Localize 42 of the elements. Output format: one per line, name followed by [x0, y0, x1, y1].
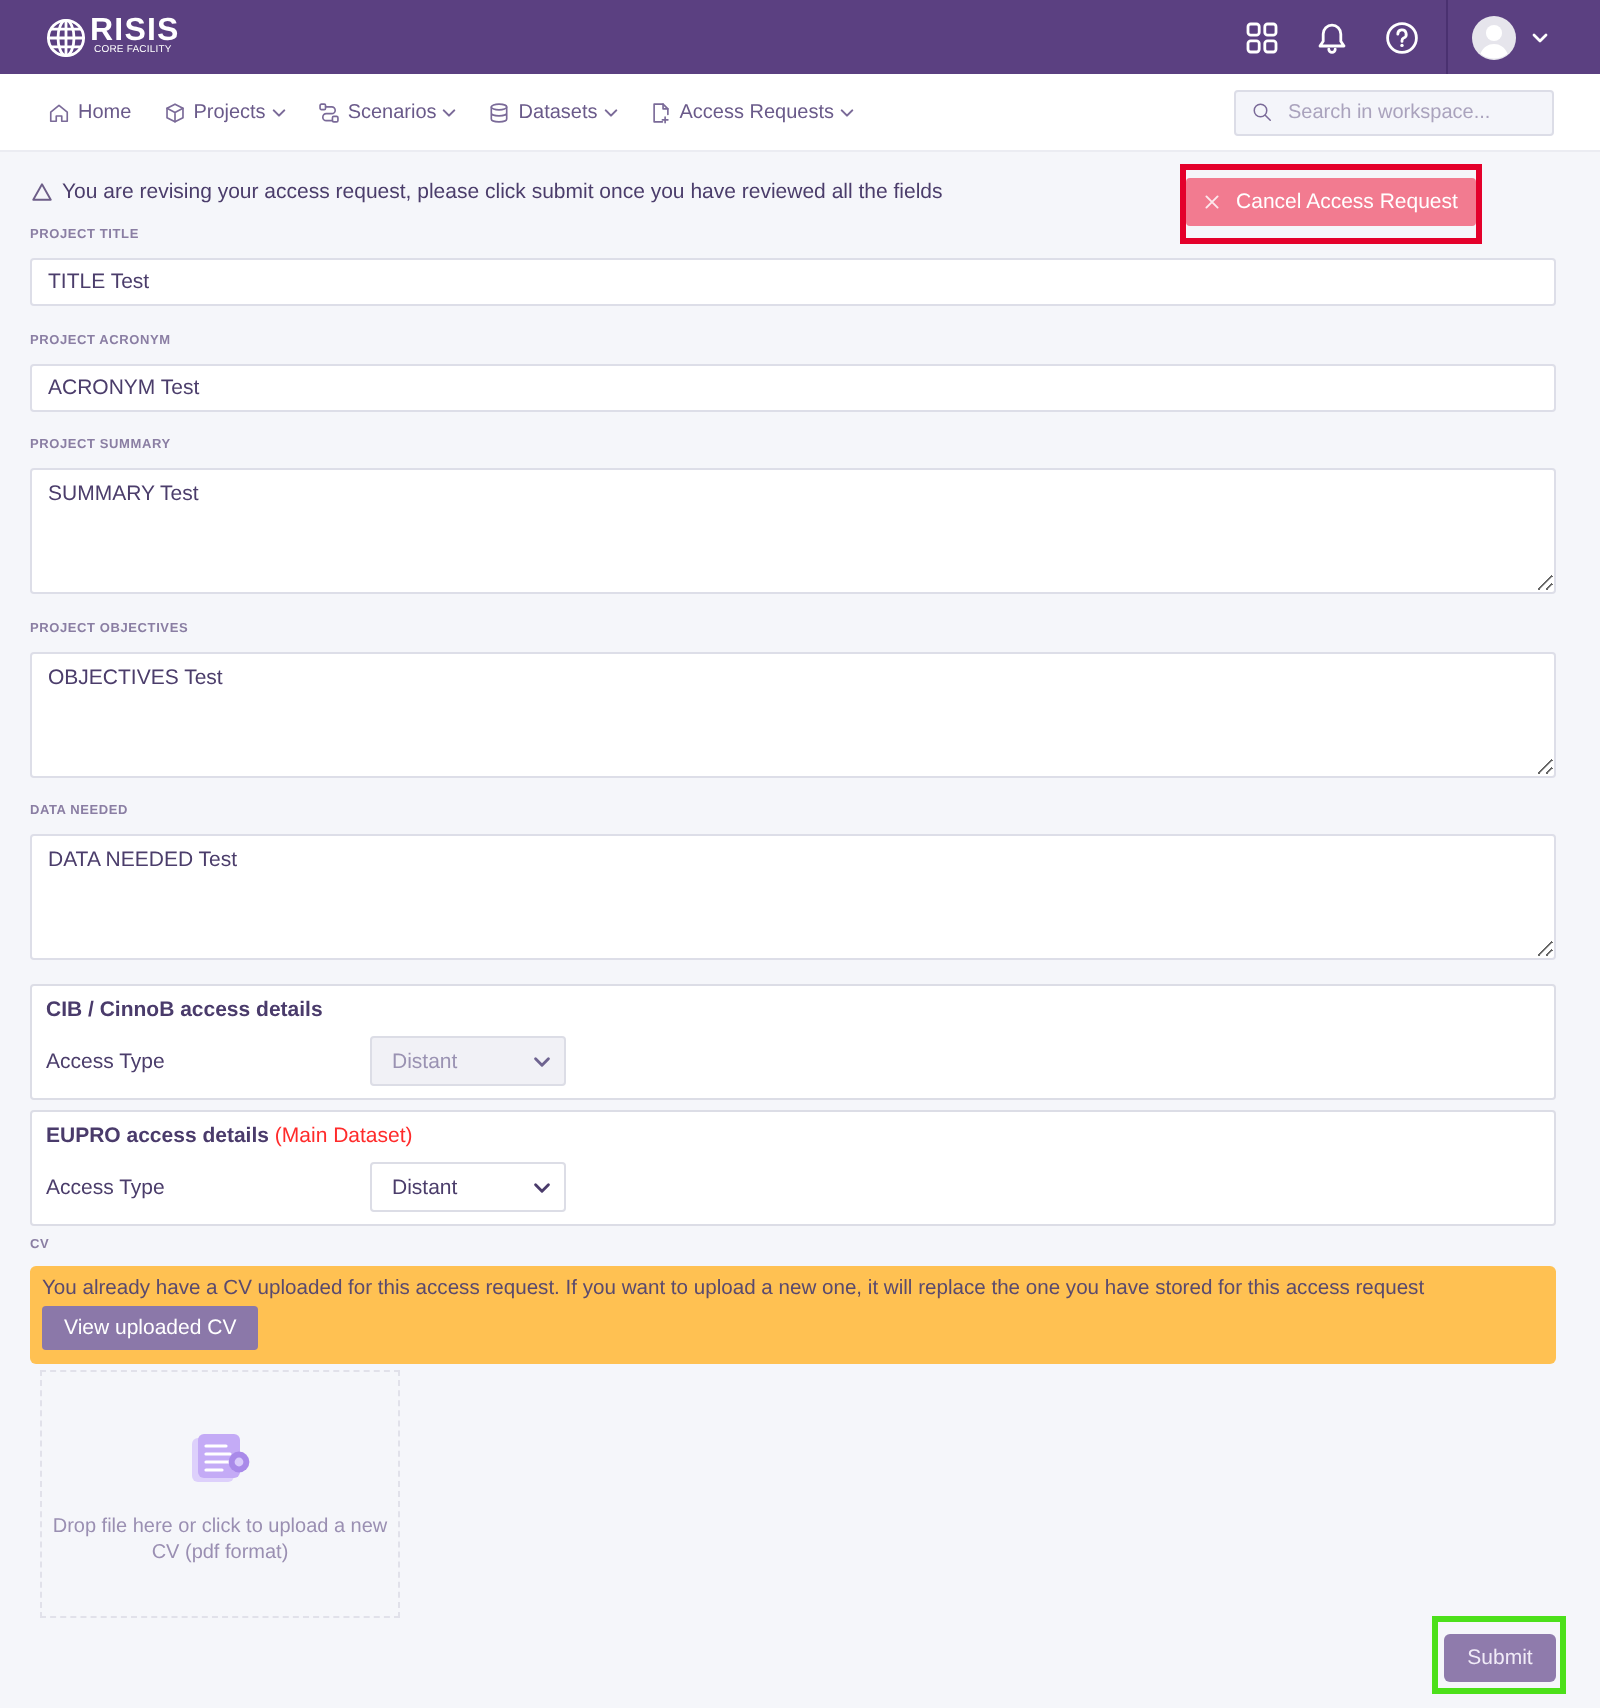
- dropzone-text: Drop file here or click to upload a new CV (pdf format): [50, 1516, 390, 1566]
- close-icon: [1204, 194, 1221, 210]
- text-area[interactable]: OBJECTIVES Test: [30, 651, 1556, 777]
- card-title: CIB / CinnoB access details: [46, 996, 325, 1024]
- cube-icon: [163, 101, 186, 123]
- search-field[interactable]: Search in workspace...: [1234, 89, 1554, 135]
- text-field[interactable]: ACRONYM Test: [30, 363, 1556, 411]
- nav-link[interactable]: Access Requests: [649, 101, 855, 123]
- database-icon: [488, 101, 511, 123]
- alert-text: You already have a CV uploaded for this access request. If you want to upload a new one, it will replace the one you have stored for this access request: [42, 1276, 1427, 1304]
- avatar-icon[interactable]: [1472, 15, 1516, 59]
- access-type-label: Access Type: [46, 1049, 167, 1073]
- flow-icon: [317, 101, 340, 123]
- text-field[interactable]: TITLE Test: [30, 258, 1556, 306]
- chevron-icon: [532, 1177, 552, 1197]
- search-icon: [1252, 102, 1272, 122]
- grid-icon[interactable]: [1246, 21, 1278, 53]
- text-area[interactable]: DATA NEEDED Test: [30, 834, 1556, 960]
- notice-text: You are revising your access request, please click submit once you have reviewed all the fields: [62, 178, 943, 206]
- caret-icon: [603, 105, 618, 119]
- nav-link[interactable]: Home: [48, 101, 132, 123]
- logo-text: RISIS: [90, 18, 180, 46]
- bell-icon[interactable]: [1316, 21, 1348, 53]
- nav-link[interactable]: Scenarios: [317, 101, 457, 123]
- nav-link[interactable]: Datasets: [488, 101, 618, 123]
- warning-icon: [32, 182, 52, 202]
- home-icon: [48, 101, 70, 123]
- text-area[interactable]: SUMMARY Test: [30, 468, 1556, 594]
- chevron-icon: [532, 1051, 552, 1071]
- help-icon[interactable]: [1386, 21, 1418, 53]
- view-cv-button[interactable]: View uploaded CV: [42, 1306, 259, 1350]
- caret-icon: [442, 105, 457, 119]
- globe-logo-icon[interactable]: [46, 17, 86, 57]
- file-plus-icon: [649, 101, 672, 123]
- caret-icon[interactable]: [1532, 29, 1548, 45]
- nav-link[interactable]: Projects: [163, 101, 286, 123]
- submit-button[interactable]: Submit: [1444, 1634, 1556, 1682]
- access-type-label: Access Type: [46, 1175, 167, 1199]
- caret-icon: [840, 105, 855, 119]
- access-type-select[interactable]: Distant: [370, 1162, 566, 1212]
- card-title: EUPRO access details (Main Dataset): [46, 1122, 415, 1150]
- caret-icon: [271, 105, 286, 119]
